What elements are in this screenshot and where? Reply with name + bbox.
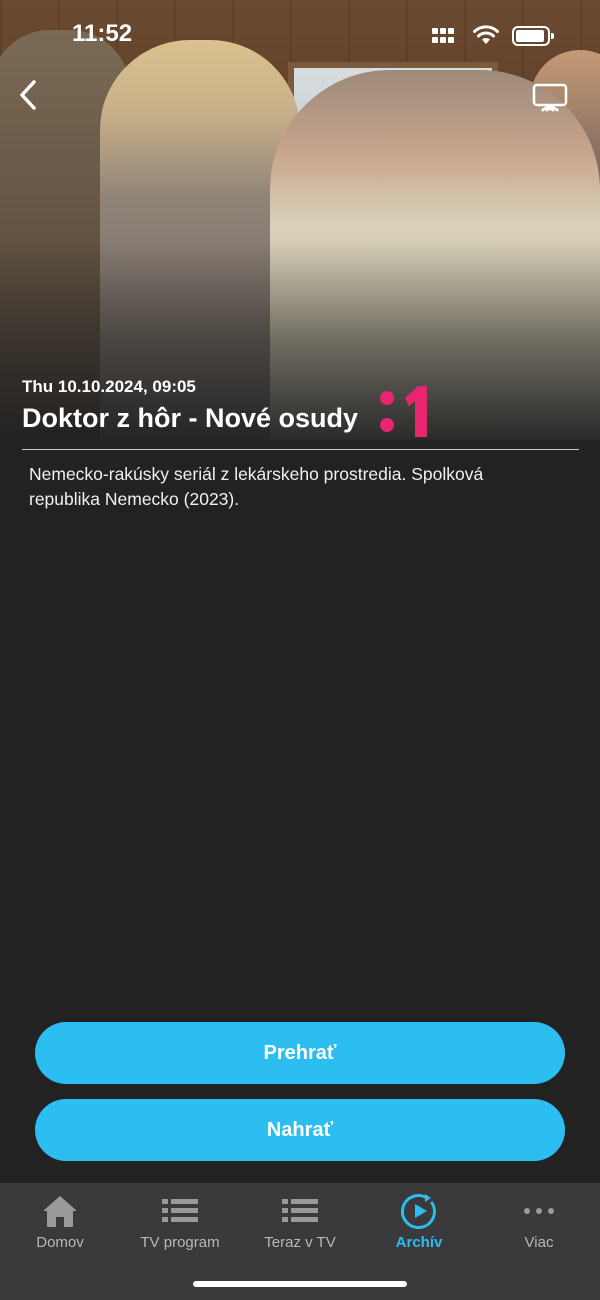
- battery-icon: [512, 26, 554, 46]
- status-bar: 11:52: [0, 0, 600, 70]
- list-icon: [282, 1199, 318, 1222]
- tab-label: Archív: [395, 1234, 443, 1251]
- tab-viac[interactable]: Viac: [479, 1183, 599, 1273]
- record-button[interactable]: Nahrať: [35, 1099, 565, 1161]
- cellular-signal-icon: [432, 28, 460, 46]
- archive-play-icon: [401, 1194, 436, 1229]
- tab-label: TV program: [140, 1234, 220, 1251]
- channel-logo-jednotka: [380, 386, 427, 437]
- status-time: 11:52: [72, 20, 133, 47]
- tab-archiv[interactable]: Archív: [359, 1183, 479, 1273]
- home-indicator: [193, 1281, 407, 1287]
- divider: [22, 449, 579, 450]
- more-icon: [524, 1208, 554, 1214]
- play-button[interactable]: Prehrať: [35, 1022, 565, 1084]
- tab-domov[interactable]: Domov: [0, 1183, 120, 1273]
- airplay-cast-icon[interactable]: [530, 82, 570, 114]
- wifi-icon: [473, 25, 499, 44]
- program-title: Doktor z hôr - Nové osudy: [22, 403, 359, 433]
- back-chevron-icon[interactable]: [14, 78, 46, 112]
- airdate: Thu 10.10.2024, 09:05: [22, 377, 196, 396]
- home-icon: [43, 1196, 77, 1227]
- tab-teraz-v-tv[interactable]: Teraz v TV: [240, 1183, 360, 1273]
- tab-label: Teraz v TV: [264, 1234, 336, 1251]
- tab-tv-program[interactable]: TV program: [120, 1183, 240, 1273]
- tab-label: Domov: [36, 1234, 84, 1251]
- list-icon: [162, 1199, 198, 1222]
- program-description: Nemecko-rakúsky seriál z lekárskeho pros…: [29, 464, 484, 509]
- tab-label: Viac: [524, 1234, 554, 1251]
